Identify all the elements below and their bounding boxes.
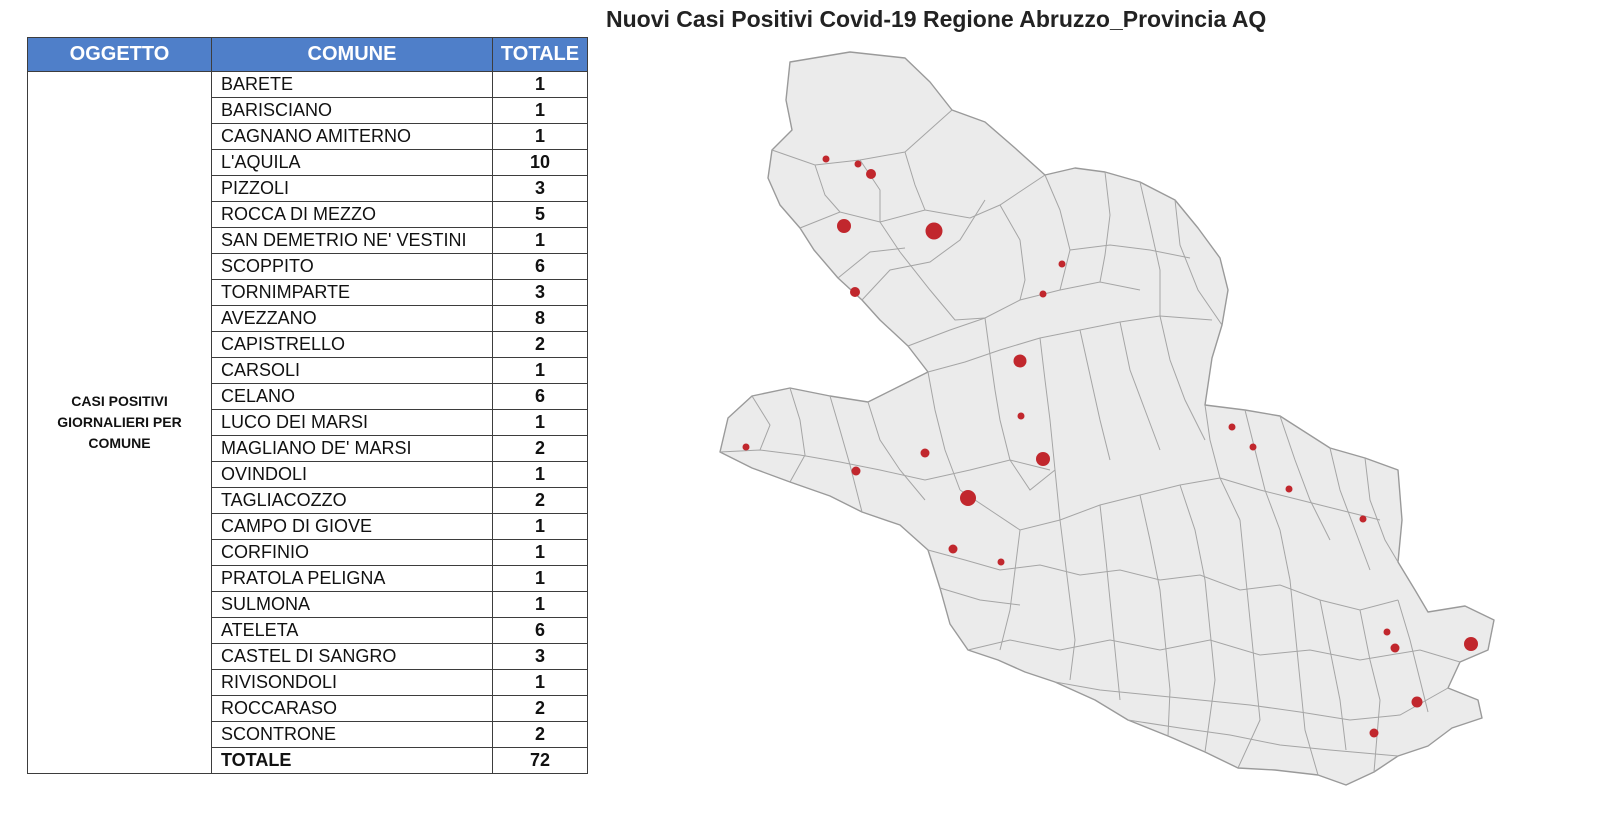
comune-cell: TORNIMPARTE (211, 279, 493, 306)
comune-cell: CORFINIO (211, 539, 493, 566)
totale-cell: 2 (492, 331, 588, 358)
case-dot (1249, 443, 1257, 451)
case-dot (1411, 696, 1423, 708)
totale-cell: 6 (492, 383, 588, 410)
totale-cell: 1 (492, 513, 588, 540)
comune-cell: RIVISONDOLI (211, 669, 493, 696)
case-dot (854, 160, 862, 168)
comune-cell: CASTEL DI SANGRO (211, 643, 493, 670)
comune-cell: CAPISTRELLO (211, 331, 493, 358)
totale-cell: 1 (492, 669, 588, 696)
header-totale: TOTALE (492, 37, 588, 72)
totale-cell: 1 (492, 591, 588, 618)
comune-cell: AVEZZANO (211, 305, 493, 332)
comune-cell: TAGLIACOZZO (211, 487, 493, 514)
total-value: 72 (492, 747, 588, 774)
comune-cell: LUCO DEI MARSI (211, 409, 493, 436)
totale-cell: 3 (492, 643, 588, 670)
case-dot (1036, 452, 1050, 466)
comune-cell: CELANO (211, 383, 493, 410)
comune-cell: SULMONA (211, 591, 493, 618)
comune-cell: MAGLIANO DE' MARSI (211, 435, 493, 462)
comune-cell: ROCCARASO (211, 695, 493, 722)
case-dot (1058, 260, 1066, 268)
comune-cell: ATELETA (211, 617, 493, 644)
cases-table: OGGETTO COMUNE TOTALE CASI POSITIVI GIOR… (27, 37, 588, 774)
comune-cell: SAN DEMETRIO NE' VESTINI (211, 227, 493, 254)
comune-cell: CAGNANO AMITERNO (211, 123, 493, 150)
table-row: CASI POSITIVI GIORNALIERI PER COMUNE BAR… (27, 71, 588, 774)
totale-cell: 2 (492, 435, 588, 462)
map-title: Nuovi Casi Positivi Covid-19 Regione Abr… (606, 6, 1267, 32)
case-dot (822, 155, 830, 163)
comune-cell: CAMPO DI GIOVE (211, 513, 493, 540)
case-dot (925, 222, 943, 240)
case-dot (997, 558, 1005, 566)
comune-cell: OVINDOLI (211, 461, 493, 488)
case-dot (920, 448, 930, 458)
case-dot (742, 443, 750, 451)
totale-cell: 1 (492, 539, 588, 566)
totale-cell: 1 (492, 71, 588, 98)
comune-cell: PIZZOLI (211, 175, 493, 202)
totale-cell: 1 (492, 227, 588, 254)
totale-cell: 1 (492, 565, 588, 592)
comune-cell: PRATOLA PELIGNA (211, 565, 493, 592)
comune-cell: SCOPPITO (211, 253, 493, 280)
case-dot (1013, 354, 1027, 368)
comune-cell: CARSOLI (211, 357, 493, 384)
totale-cell: 1 (492, 357, 588, 384)
header-comune: COMUNE (211, 37, 493, 72)
case-dot (1369, 728, 1379, 738)
case-dot (1464, 637, 1478, 651)
case-dot (866, 169, 876, 179)
totale-cell: 1 (492, 409, 588, 436)
case-dot (1285, 485, 1293, 493)
case-dot (851, 466, 861, 476)
case-dot (1017, 412, 1025, 420)
comune-cell: BARISCIANO (211, 97, 493, 124)
table-header-row: OGGETTO COMUNE TOTALE (27, 37, 588, 72)
case-dot (1228, 423, 1236, 431)
totale-cell: 2 (492, 721, 588, 748)
case-dot (948, 544, 958, 554)
total-label: TOTALE (211, 747, 493, 774)
totale-cell: 1 (492, 123, 588, 150)
comune-cell: ROCCA DI MEZZO (211, 201, 493, 228)
header-oggetto: OGGETTO (27, 37, 212, 72)
totale-cell: 6 (492, 617, 588, 644)
case-dot (850, 287, 860, 297)
case-dot (1039, 290, 1047, 298)
case-dot (960, 490, 976, 506)
totale-cell: 2 (492, 695, 588, 722)
totale-cell: 10 (492, 149, 588, 176)
comune-cell: SCONTRONE (211, 721, 493, 748)
oggetto-cell: CASI POSITIVI GIORNALIERI PER COMUNE (27, 71, 212, 774)
case-dot (1390, 643, 1400, 653)
totale-cell: 8 (492, 305, 588, 332)
totale-cell: 1 (492, 461, 588, 488)
totale-cell: 3 (492, 279, 588, 306)
totale-cell: 1 (492, 97, 588, 124)
totale-cell: 6 (492, 253, 588, 280)
totale-cell: 3 (492, 175, 588, 202)
comune-cell: BARETE (211, 71, 493, 98)
case-dot (1383, 628, 1391, 636)
comune-cell: L'AQUILA (211, 149, 493, 176)
case-dot (837, 219, 851, 233)
totale-cell: 2 (492, 487, 588, 514)
totale-cell: 5 (492, 201, 588, 228)
case-dot (1359, 515, 1367, 523)
